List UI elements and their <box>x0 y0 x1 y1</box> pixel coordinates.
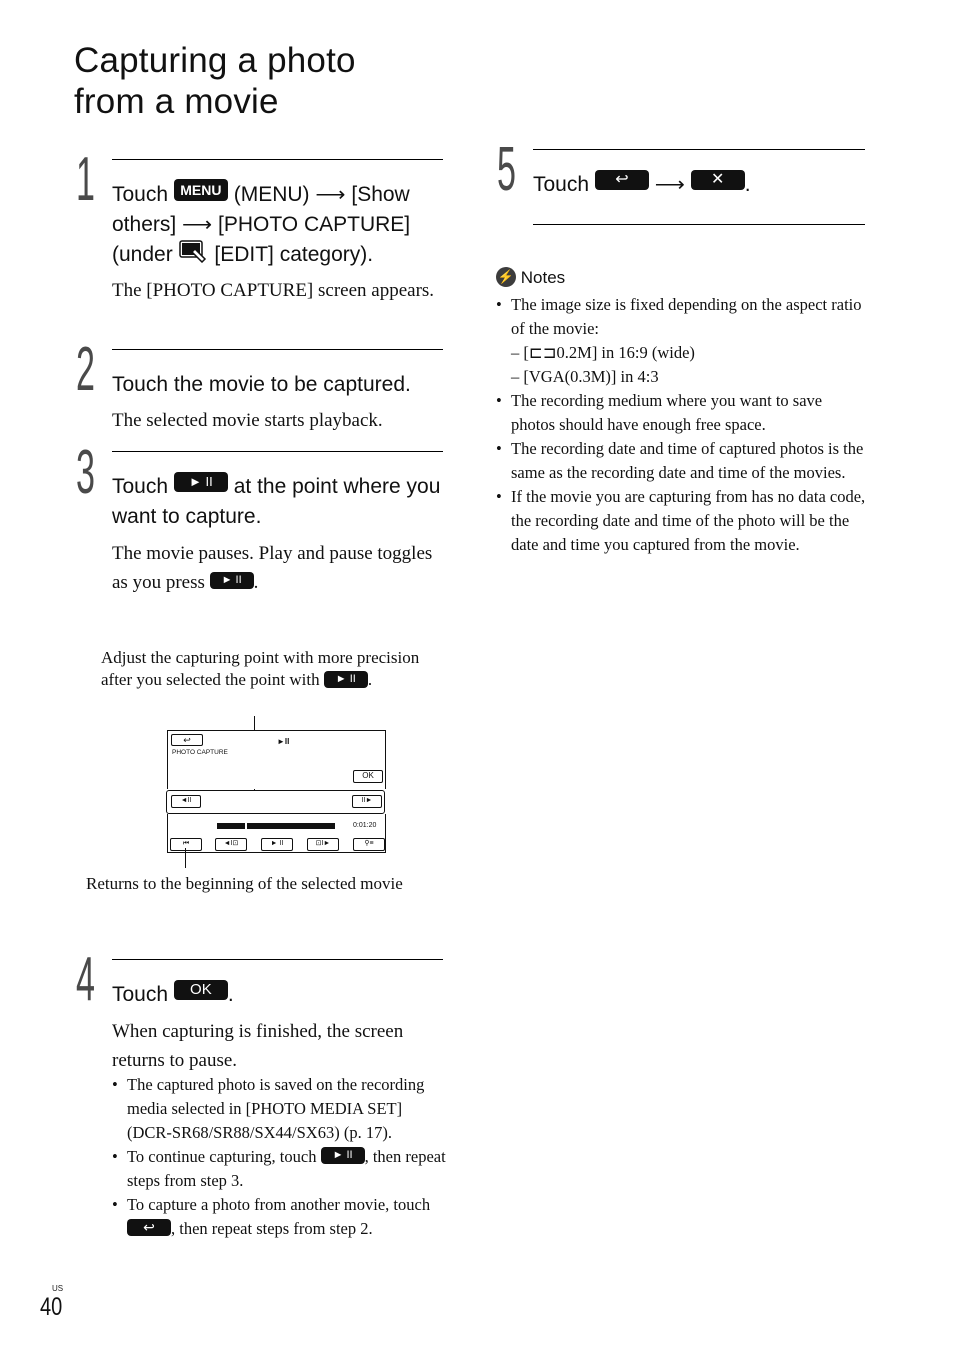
page-number: 40 <box>40 1293 63 1321</box>
play-pause-button-icon: ► II <box>209 571 254 589</box>
text: (MENU) <box>233 183 310 206</box>
back-button-icon: ↩ <box>594 170 649 191</box>
step-2-description: The selected movie starts playback. <box>112 410 383 431</box>
text: [Show <box>351 183 410 206</box>
step-4-description: When capturing is finished, the screen r… <box>112 1021 404 1071</box>
text: Touch <box>112 475 169 498</box>
text: [EDIT] category). <box>214 243 374 266</box>
text: . <box>253 571 259 593</box>
page-title-line-2: from a movie <box>74 82 279 121</box>
sub-item: – [⊏⊐0.2M] in 16:9 (wide) <box>511 343 695 362</box>
callout-line-bottom <box>185 848 186 868</box>
text: The image size is fixed depending on the… <box>511 295 862 338</box>
step-4-heading: Touch OK. <box>112 980 447 1010</box>
step-3-number: 3 <box>76 438 95 507</box>
text: Notes <box>520 268 566 287</box>
list-item: The image size is fixed depending on the… <box>496 293 866 389</box>
text: . <box>367 670 373 689</box>
text: [PHOTO CAPTURE] <box>218 213 411 236</box>
back-button-icon: ↩ <box>127 1218 171 1236</box>
lcd-ok-button[interactable]: OK <box>353 770 383 783</box>
arrow-right-icon: ⟶ <box>182 213 213 236</box>
ok-button-icon: OK <box>173 980 228 1001</box>
text: . <box>227 983 234 1006</box>
text: If the movie you are capturing from has … <box>511 487 866 554</box>
step-2-heading: Touch the movie to be captured. <box>112 373 411 396</box>
diagram-caption-top: Adjust the capturing point with more pre… <box>101 647 446 691</box>
lcd-prev-scene-button[interactable]: ◄I⊡ <box>215 838 247 851</box>
lcd-progress-marker[interactable] <box>245 823 247 829</box>
step-5-number: 5 <box>497 135 516 204</box>
lcd-option-button[interactable]: ⚲≡ <box>353 838 385 851</box>
text: others] <box>112 213 177 236</box>
lcd-frame-forward-button[interactable]: II► <box>352 795 382 808</box>
step-4-divider <box>112 959 443 960</box>
text: To capture a photo from another movie, t… <box>127 1195 431 1214</box>
step-3-heading: Touch ► II at the point where you want t… <box>112 472 447 532</box>
notes-list: The image size is fixed depending on the… <box>496 293 866 557</box>
text: , then repeat steps from step 2. <box>171 1219 373 1238</box>
play-pause-button-icon: ► II <box>323 670 368 688</box>
step-5-divider-top <box>533 149 865 150</box>
lcd-play-pause-button[interactable]: ► II <box>261 838 293 851</box>
notes-heading: ⚡ Notes <box>496 266 566 289</box>
diagram-caption-bottom: Returns to the beginning of the selected… <box>86 874 403 893</box>
lcd-time-counter: 0:01:20 <box>353 822 377 829</box>
arrow-right-icon: ⟶ <box>315 183 346 206</box>
step-3-divider <box>112 451 443 452</box>
lcd-screen-diagram: ↩ PHOTO CAPTURE ►II OK ◄II II► 0:01:20 ⏮… <box>166 730 387 854</box>
lcd-progress-bar[interactable] <box>217 823 335 829</box>
text: To continue capturing, touch <box>127 1147 317 1166</box>
text: Touch <box>533 173 590 196</box>
list-item: The recording medium where you want to s… <box>496 389 866 437</box>
arrow-right-icon: ⟶ <box>654 173 685 196</box>
close-button-icon: ✕ <box>690 170 745 191</box>
list-item: The recording date and time of captured … <box>496 437 866 485</box>
lcd-status-play-pause-icon: ►II <box>277 737 290 746</box>
edit-category-icon <box>178 239 209 264</box>
play-pause-button-icon: ► II <box>173 472 228 493</box>
step-3-description: The movie pauses. Play and pause toggles… <box>112 540 442 597</box>
text: (under <box>112 243 173 266</box>
list-item: To continue capturing, touch ► II, then … <box>112 1145 447 1193</box>
text: Touch <box>112 983 169 1006</box>
step-1-heading: Touch MENU (MENU) ⟶ [Show others] ⟶ [PHO… <box>112 179 447 270</box>
step-4-bullets: The captured photo is saved on the recor… <box>112 1073 447 1241</box>
text: The recording medium where you want to s… <box>511 391 823 434</box>
step-5-divider-bottom <box>533 224 865 225</box>
step-2-number: 2 <box>76 335 95 404</box>
step-1-description: The [PHOTO CAPTURE] screen appears. <box>112 280 435 301</box>
text: The recording date and time of captured … <box>511 439 864 482</box>
notes-caution-icon: ⚡ <box>496 266 516 287</box>
step-1-number: 1 <box>76 145 95 214</box>
menu-button-icon: MENU <box>173 179 228 202</box>
page-title: Capturing a photo from a movie <box>74 40 356 122</box>
list-item: If the movie you are capturing from has … <box>496 485 866 557</box>
list-item: To capture a photo from another movie, t… <box>112 1193 447 1241</box>
text: Touch <box>112 183 169 206</box>
lcd-mode-label: PHOTO CAPTURE <box>172 749 228 756</box>
step-2-divider <box>112 349 443 350</box>
page-title-line-1: Capturing a photo <box>74 41 356 80</box>
play-pause-button-icon: ► II <box>320 1146 365 1164</box>
step-4-number: 4 <box>76 945 95 1014</box>
text: The movie pauses. Play and pause toggles… <box>112 543 433 593</box>
text: . <box>744 173 751 196</box>
sub-item: – [VGA(0.3M)] in 4:3 <box>511 367 659 386</box>
list-item: The captured photo is saved on the recor… <box>112 1073 447 1145</box>
step-5-heading: Touch ↩ ⟶ ✕. <box>533 170 868 200</box>
step-1-divider <box>112 159 443 160</box>
lcd-frame-back-button[interactable]: ◄II <box>171 795 201 808</box>
text: The captured photo is saved on the recor… <box>127 1075 425 1142</box>
lcd-next-scene-button[interactable]: ⊡I► <box>307 838 339 851</box>
lcd-back-button[interactable]: ↩ <box>171 734 203 746</box>
lcd-return-to-start-button[interactable]: ⏮ <box>170 838 202 851</box>
page-region-label: US <box>52 1284 64 1293</box>
